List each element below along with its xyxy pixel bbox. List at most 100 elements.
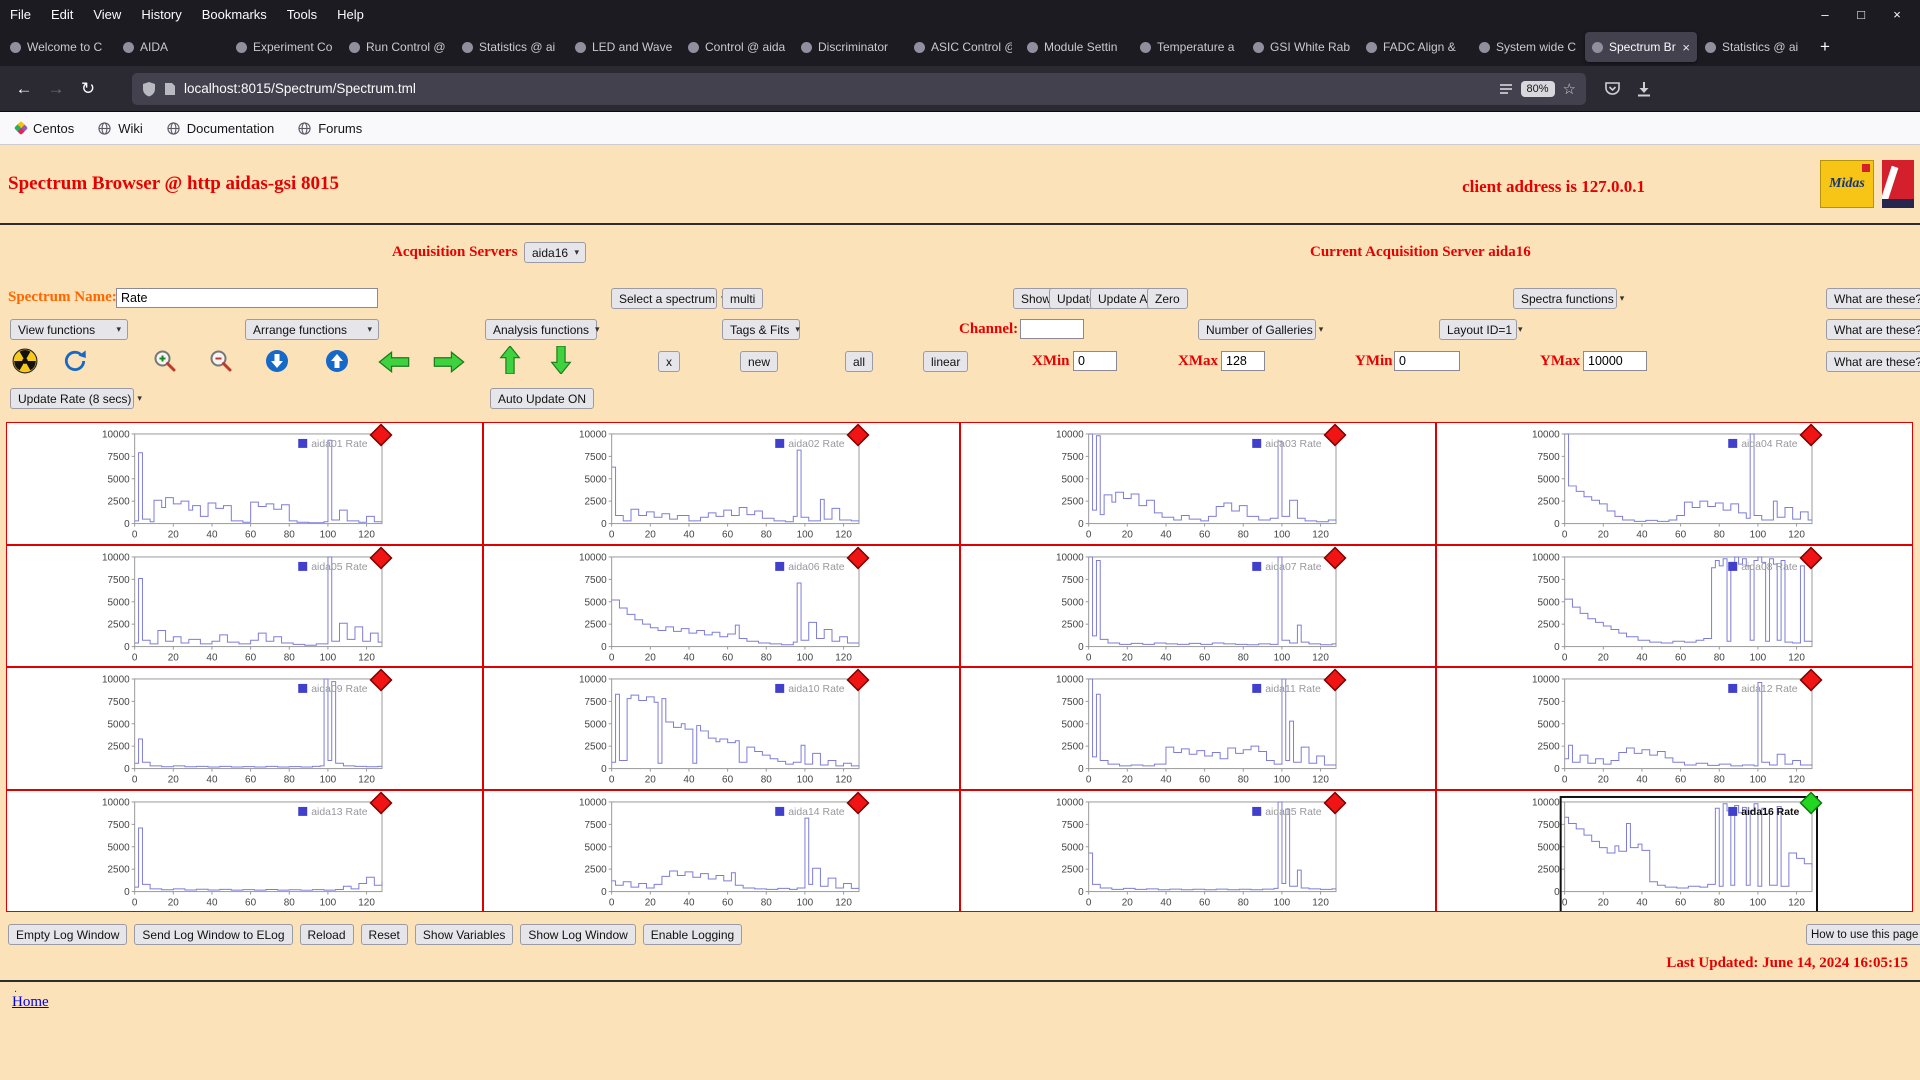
reader-mode-icon[interactable]: [1499, 83, 1513, 95]
spectrum-cell-aida15[interactable]: 0 2500 5000 7500 10000 0 20 40 60 80 100 120 aida15 …: [959, 789, 1437, 912]
home-link[interactable]: Home: [12, 994, 49, 1011]
channel-input[interactable]: [1020, 319, 1084, 339]
button-show-log-window[interactable]: Show Log Window: [520, 924, 636, 945]
menu-file[interactable]: File: [0, 7, 41, 22]
zoom-in-icon[interactable]: [152, 348, 178, 374]
experiment-logo[interactable]: [1882, 160, 1914, 208]
xmin-input[interactable]: [1073, 351, 1117, 371]
shield-icon[interactable]: [142, 81, 156, 97]
zoom-level-button[interactable]: 80%: [1520, 80, 1555, 97]
spectrum-chart-aida08[interactable]: 0 2500 5000 7500 10000 0 20 40 60 80 100 120 aida08 …: [1437, 545, 1912, 667]
spectrum-chart-aida03[interactable]: 0 2500 5000 7500 10000 0 20 40 60 80 100 120 aida03 …: [961, 423, 1436, 544]
spectrum-cell-aida10[interactable]: 0 2500 5000 7500 10000 0 20 40 60 80 100 120 aida10 …: [482, 667, 960, 790]
button-enable-logging[interactable]: Enable Logging: [642, 924, 743, 945]
ymin-input[interactable]: [1394, 351, 1460, 371]
menu-help[interactable]: Help: [327, 7, 374, 22]
radiation-icon[interactable]: [12, 348, 38, 374]
button-empty-log-window[interactable]: Empty Log Window: [8, 924, 128, 945]
refresh-cycle-icon[interactable]: [62, 348, 88, 374]
tab-statistics-ai[interactable]: Statistics @ ai: [455, 32, 567, 62]
spectrum-chart-aida02[interactable]: 0 2500 5000 7500 10000 0 20 40 60 80 100 120 aida02 …: [484, 423, 959, 544]
button-reload[interactable]: Reload: [299, 924, 354, 945]
tab-aida[interactable]: AIDA: [116, 32, 228, 62]
view-functions-dropdown[interactable]: View functions: [10, 319, 128, 340]
multi-button[interactable]: multi: [722, 288, 764, 309]
scroll-right-icon[interactable]: [432, 351, 466, 373]
tab-run-control[interactable]: Run Control @: [342, 32, 454, 62]
how-to-use-button[interactable]: How to use this page: [1806, 924, 1920, 945]
forward-button[interactable]: →: [40, 74, 72, 104]
tab-gsi-white-rab[interactable]: GSI White Rab: [1246, 32, 1358, 62]
tags-fits-dropdown[interactable]: Tags & Fits: [722, 319, 800, 340]
acquisition-server-select[interactable]: aida16: [524, 242, 586, 263]
spectrum-cell-aida06[interactable]: 0 2500 5000 7500 10000 0 20 40 60 80 100 120 aida06 …: [482, 544, 960, 667]
spectrum-cell-aida14[interactable]: 0 2500 5000 7500 10000 0 20 40 60 80 100 120 aida14 …: [482, 789, 960, 912]
linear-button[interactable]: linear: [923, 351, 969, 372]
what-are-these-button-2[interactable]: What are these?: [1826, 319, 1920, 340]
bookmark-documentation[interactable]: Documentation: [167, 121, 274, 136]
analysis-functions-dropdown[interactable]: Analysis functions: [485, 319, 597, 340]
spectra-functions-dropdown[interactable]: Spectra functions: [1513, 288, 1617, 309]
expand-y-icon[interactable]: [264, 348, 290, 374]
auto-update-button[interactable]: Auto Update ON: [490, 388, 595, 409]
pocket-icon[interactable]: [1604, 81, 1621, 97]
button-send-log-window-to-elog[interactable]: Send Log Window to ELog: [134, 924, 293, 945]
update-rate-dropdown[interactable]: Update Rate (8 secs): [10, 388, 134, 409]
spectrum-cell-aida04[interactable]: 0 2500 5000 7500 10000 0 20 40 60 80 100 120 aida04 …: [1436, 422, 1913, 545]
tab-system-wide-c[interactable]: System wide C: [1472, 32, 1584, 62]
url-input[interactable]: localhost:8015/Spectrum/Spectrum.tml: [184, 81, 1491, 96]
spectrum-cell-aida13[interactable]: 0 2500 5000 7500 10000 0 20 40 60 80 100 120 aida13 …: [6, 789, 483, 912]
scroll-left-icon[interactable]: [377, 351, 411, 373]
select-spectrum-dropdown[interactable]: Select a spectrum: [611, 288, 717, 309]
tab-statistics-ai[interactable]: Statistics @ ai: [1698, 32, 1810, 62]
layout-id-dropdown[interactable]: Layout ID=1: [1439, 319, 1517, 340]
close-icon[interactable]: ×: [1882, 7, 1912, 22]
spectrum-cell-aida02[interactable]: 0 2500 5000 7500 10000 0 20 40 60 80 100 120 aida02 …: [482, 422, 960, 545]
spectrum-cell-aida01[interactable]: 0 2500 5000 7500 10000 0 20 40 60 80 100 120 aida01 …: [6, 422, 483, 545]
spectrum-chart-aida06[interactable]: 0 2500 5000 7500 10000 0 20 40 60 80 100 120 aida06 …: [484, 545, 959, 667]
reload-button[interactable]: ↻: [72, 74, 104, 104]
button-reset[interactable]: Reset: [360, 924, 408, 945]
tab-discriminator[interactable]: Discriminator: [794, 32, 906, 62]
tab-fadc-align[interactable]: FADC Align &: [1359, 32, 1471, 62]
url-bar[interactable]: localhost:8015/Spectrum/Spectrum.tml 80%…: [132, 72, 1586, 105]
spectrum-chart-aida15[interactable]: 0 2500 5000 7500 10000 0 20 40 60 80 100 120 aida15 …: [961, 790, 1436, 912]
scroll-down-icon[interactable]: [549, 346, 573, 374]
tab-temperature-a[interactable]: Temperature a: [1133, 32, 1245, 62]
spectrum-chart-aida11[interactable]: 0 2500 5000 7500 10000 0 20 40 60 80 100 120 aida11 …: [961, 668, 1436, 789]
minimize-icon[interactable]: –: [1810, 7, 1840, 22]
spectrum-chart-aida14[interactable]: 0 2500 5000 7500 10000 0 20 40 60 80 100 120 aida14 …: [484, 790, 959, 912]
spectrum-cell-aida07[interactable]: 0 2500 5000 7500 10000 0 20 40 60 80 100 120 aida07 …: [959, 544, 1437, 667]
tab-control-aida[interactable]: Control @ aida: [681, 32, 793, 62]
maximize-icon[interactable]: □: [1846, 7, 1876, 22]
menu-history[interactable]: History: [131, 7, 191, 22]
bookmark-centos[interactable]: Centos: [13, 121, 74, 136]
xmax-input[interactable]: [1221, 351, 1265, 371]
spectrum-cell-aida11[interactable]: 0 2500 5000 7500 10000 0 20 40 60 80 100 120 aida11 …: [959, 667, 1437, 790]
spectrum-cell-aida03[interactable]: 0 2500 5000 7500 10000 0 20 40 60 80 100 120 aida03 …: [959, 422, 1437, 545]
menu-bookmarks[interactable]: Bookmarks: [192, 7, 277, 22]
bookmark-star-icon[interactable]: ☆: [1563, 80, 1576, 98]
zero-button[interactable]: Zero: [1147, 288, 1188, 309]
x-button[interactable]: x: [658, 351, 680, 372]
spectrum-chart-aida10[interactable]: 0 2500 5000 7500 10000 0 20 40 60 80 100 120 aida10 …: [484, 668, 959, 789]
spectrum-chart-aida01[interactable]: 0 2500 5000 7500 10000 0 20 40 60 80 100 120 aida01 …: [7, 423, 482, 544]
what-are-these-button-3[interactable]: What are these?: [1826, 351, 1920, 372]
tab-experiment-co[interactable]: Experiment Co: [229, 32, 341, 62]
what-are-these-button-1[interactable]: What are these?: [1826, 288, 1920, 309]
spectrum-cell-aida05[interactable]: 0 2500 5000 7500 10000 0 20 40 60 80 100 120 aida05 …: [6, 544, 483, 667]
spectrum-name-input[interactable]: [116, 288, 378, 308]
tab-close-icon[interactable]: ×: [1682, 40, 1690, 55]
midas-logo[interactable]: Midas: [1820, 160, 1874, 208]
tab-led-and-wave[interactable]: LED and Wave: [568, 32, 680, 62]
new-button[interactable]: new: [740, 351, 779, 372]
spectrum-chart-aida09[interactable]: 0 2500 5000 7500 10000 0 20 40 60 80 100 120 aida09 …: [7, 668, 482, 789]
spectrum-chart-aida07[interactable]: 0 2500 5000 7500 10000 0 20 40 60 80 100 120 aida07 …: [961, 545, 1436, 667]
spectrum-chart-aida12[interactable]: 0 2500 5000 7500 10000 0 20 40 60 80 100 120 aida12 …: [1437, 668, 1912, 789]
number-of-galleries-dropdown[interactable]: Number of Galleries: [1198, 319, 1316, 340]
compress-y-icon[interactable]: [324, 348, 350, 374]
downloads-icon[interactable]: [1635, 81, 1653, 97]
spectrum-cell-aida12[interactable]: 0 2500 5000 7500 10000 0 20 40 60 80 100 120 aida12 …: [1436, 667, 1913, 790]
new-tab-button[interactable]: +: [1811, 33, 1839, 61]
spectrum-chart-aida13[interactable]: 0 2500 5000 7500 10000 0 20 40 60 80 100 120 aida13 …: [7, 790, 482, 912]
